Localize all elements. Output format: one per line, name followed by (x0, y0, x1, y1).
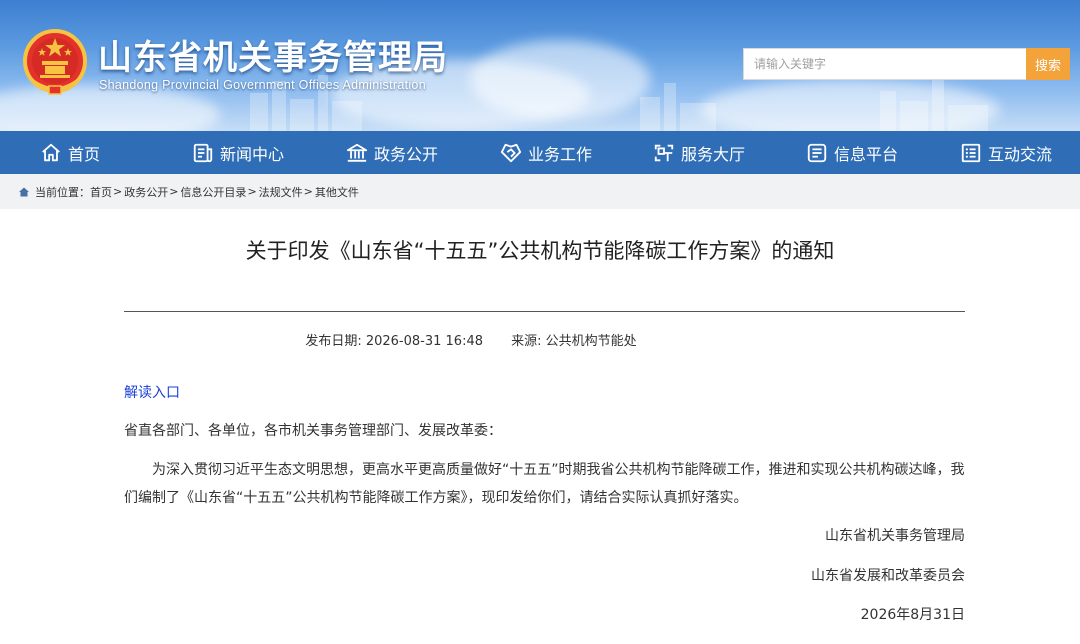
interaction-list-icon (961, 143, 981, 162)
nav-item-label: 政务公开 (374, 144, 439, 164)
breadcrumb-other-documents[interactable]: 其他文件 (315, 184, 359, 200)
nav-item-label: 信息平台 (834, 144, 899, 164)
site-subtitle: Shandong Provincial Government Offices A… (99, 78, 426, 92)
nav-item-business-work[interactable]: 业务工作 (500, 131, 592, 174)
source-value: 公共机构节能处 (545, 334, 637, 349)
handshake-icon (500, 143, 522, 162)
national-emblem-logo (23, 29, 87, 95)
source-label: 来源: (511, 334, 542, 349)
publish-date-label: 发布日期: (305, 334, 362, 349)
breadcrumb-separator: > (169, 185, 179, 198)
breadcrumb-info-catalog[interactable]: 信息公开目录 (180, 184, 246, 200)
breadcrumb-prefix: 当前位置： (35, 185, 90, 199)
site-header: 山东省机关事务管理局 Shandong Provincial Governmen… (0, 0, 1080, 131)
signature-issuer-2: 山东省发展和改革委员会 (811, 568, 965, 584)
breadcrumb-regulations[interactable]: 法规文件 (259, 184, 303, 200)
signature-issuer-1: 山东省机关事务管理局 (825, 528, 965, 544)
nav-item-label: 新闻中心 (220, 144, 285, 164)
main-navigation: 首页 新闻中心 政务公开 业务工作 服务大厅 信息平台 互动交流 (0, 131, 1080, 174)
nav-item-news[interactable]: 新闻中心 (192, 131, 284, 174)
signature-date: 2026年8月31日 (860, 607, 965, 623)
article-meta: 发布日期: 2026-08-31 16:48 来源: 公共机构节能处 (0, 330, 942, 349)
breadcrumb-separator: > (113, 185, 123, 198)
nav-item-info-platform[interactable]: 信息平台 (806, 131, 898, 174)
home-location-icon (19, 187, 29, 196)
nav-item-service-hall[interactable]: 服务大厅 (653, 131, 745, 174)
nav-item-label: 服务大厅 (681, 144, 746, 164)
site-title: 山东省机关事务管理局 (98, 38, 448, 78)
interpretation-link[interactable]: 解读入口 (124, 382, 180, 402)
publish-date: 2026-08-31 16:48 (365, 334, 483, 349)
service-hall-icon (654, 144, 674, 161)
nav-item-label: 业务工作 (528, 144, 593, 164)
article-title: 关于印发《山东省“十五五”公共机构节能降碳工作方案》的通知 (245, 239, 835, 263)
source-group: 来源: 公共机构节能处 (511, 334, 637, 349)
nav-item-label: 互动交流 (988, 144, 1053, 164)
article-addressee: 省直各部门、各单位，各市机关事务管理部门、发展改革委： (124, 423, 502, 439)
breadcrumb-government-affairs[interactable]: 政务公开 (124, 184, 168, 200)
publish-date-group: 发布日期: 2026-08-31 16:48 (305, 334, 483, 349)
nav-item-government-affairs[interactable]: 政务公开 (346, 131, 438, 174)
breadcrumb-separator: > (303, 185, 313, 198)
breadcrumb-separator: > (247, 185, 257, 198)
breadcrumb-home[interactable]: 首页 (90, 184, 112, 200)
nav-item-interaction[interactable]: 互动交流 (960, 131, 1052, 174)
nav-item-home[interactable]: 首页 (40, 131, 100, 174)
government-building-icon (346, 143, 368, 162)
article-body: 为深入贯彻习近平生态文明思想，更高水平更高质量做好“十五五”时期我省公共机构节能… (124, 462, 965, 506)
breadcrumb: 当前位置： 首页 > 政务公开 > 信息公开目录 > 法规文件 > 其他文件 (0, 174, 1080, 209)
info-platform-icon (807, 143, 827, 162)
nav-item-label: 首页 (68, 144, 101, 164)
search-button[interactable]: 搜索 (1026, 48, 1070, 80)
news-icon (193, 143, 213, 162)
title-divider (124, 311, 965, 312)
home-icon (42, 143, 60, 161)
search-input[interactable] (743, 48, 1026, 80)
